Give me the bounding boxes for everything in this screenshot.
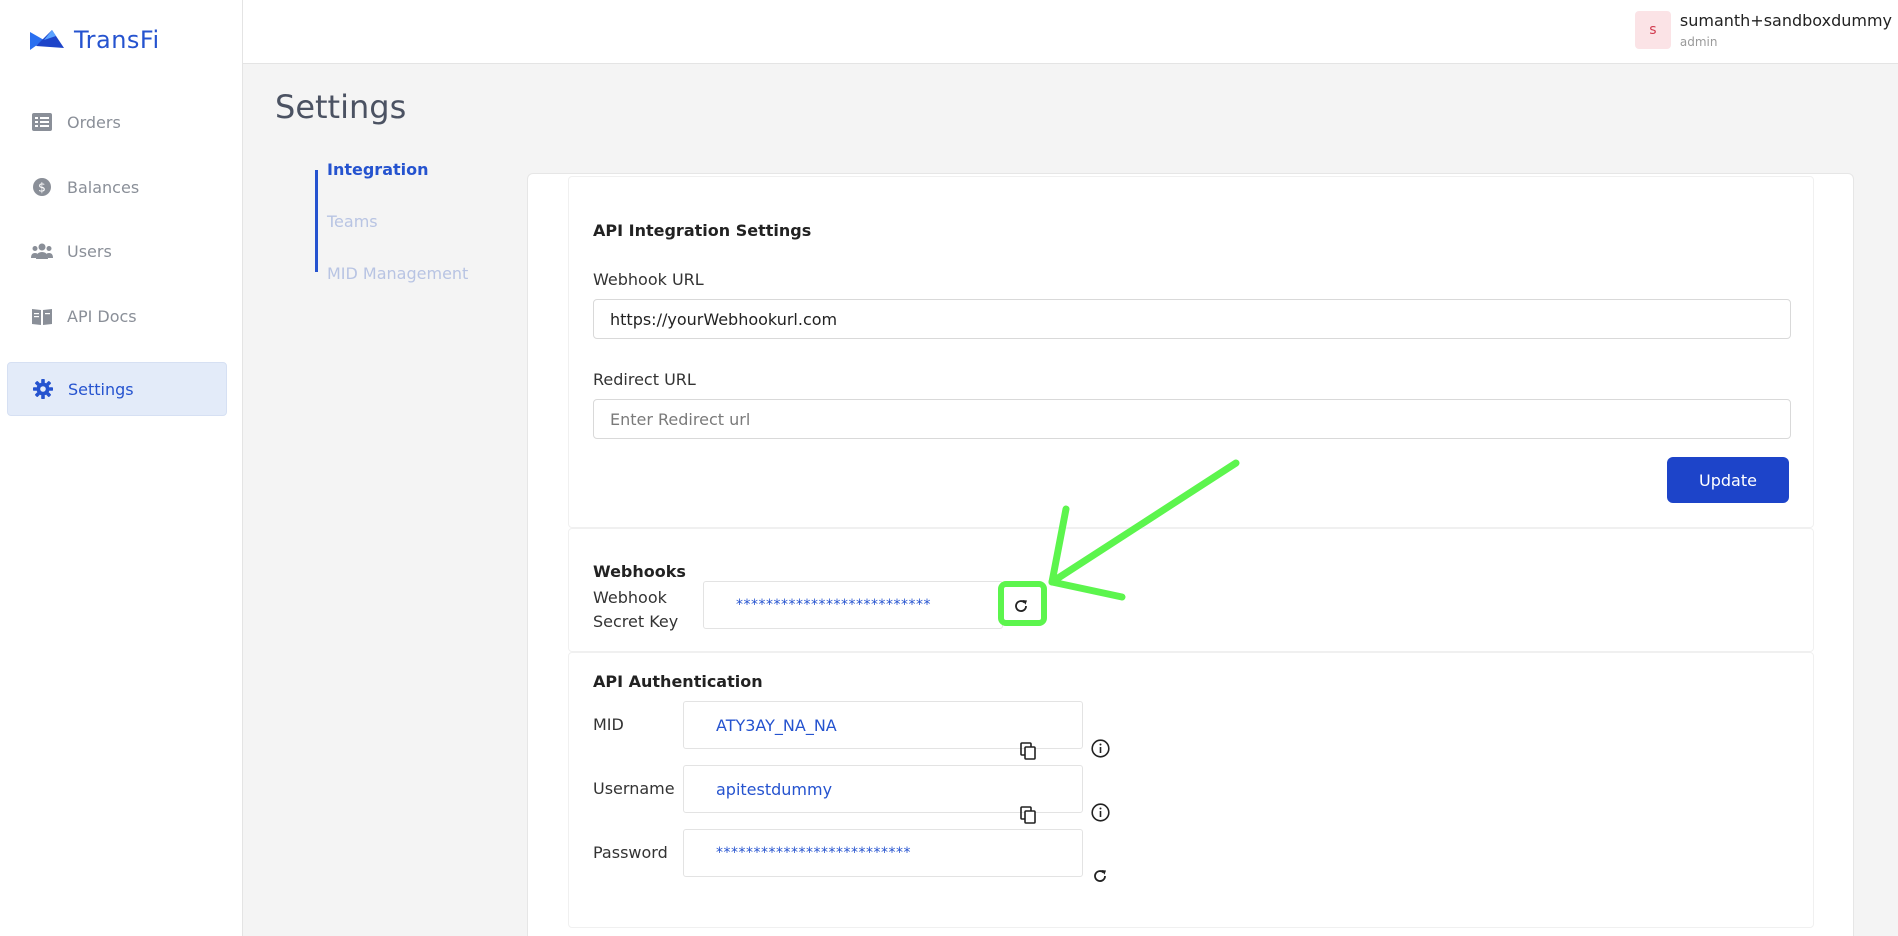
- username-info-button[interactable]: [1088, 800, 1112, 824]
- subnav-tab-teams[interactable]: Teams: [327, 212, 378, 231]
- sidebar-item-users[interactable]: Users: [7, 224, 227, 278]
- sidebar-item-settings[interactable]: Settings: [7, 362, 227, 416]
- webhooks-section: Webhooks Webhook Secret Key ************…: [568, 528, 1814, 652]
- api-authentication-section: API Authentication MID ATY3AY_NA_NA User…: [568, 652, 1814, 928]
- brand-logo[interactable]: TransFi: [30, 26, 160, 54]
- user-name: sumanth+sandboxdummy: [1679, 11, 1892, 30]
- settings-card: API Integration Settings Webhook URL Red…: [527, 173, 1854, 936]
- username-label: Username: [593, 779, 675, 798]
- copy-icon: [1020, 742, 1036, 760]
- password-label: Password: [593, 843, 668, 862]
- username-value: apitestdummy: [716, 779, 833, 799]
- mid-label: MID: [593, 715, 624, 734]
- sidebar-item-balances[interactable]: $ Balances: [7, 160, 227, 214]
- section-title: API Authentication: [593, 672, 763, 691]
- mid-info-button[interactable]: [1088, 736, 1112, 760]
- regenerate-password-button[interactable]: [1088, 864, 1112, 888]
- webhook-secret-key-value: **************************: [736, 597, 931, 613]
- copy-username-button[interactable]: [1016, 803, 1040, 827]
- refresh-icon: [1094, 870, 1106, 882]
- info-icon: [1090, 802, 1110, 822]
- mid-value: ATY3AY_NA_NA: [716, 715, 837, 735]
- list-icon: [31, 111, 53, 133]
- copy-mid-button[interactable]: [1016, 739, 1040, 763]
- subnav-tab-mid-management[interactable]: MID Management: [327, 264, 468, 283]
- sidebar-item-orders[interactable]: Orders: [7, 95, 227, 149]
- webhook-url-label: Webhook URL: [593, 270, 704, 289]
- password-field: **************************: [683, 829, 1083, 877]
- gear-icon: [32, 378, 54, 400]
- dollar-coin-icon: $: [31, 176, 53, 198]
- webhook-secret-key-field: **************************: [703, 581, 1003, 629]
- redirect-url-input[interactable]: [593, 399, 1791, 439]
- page-title: Settings: [275, 88, 407, 126]
- section-title: Webhooks: [593, 562, 686, 581]
- book-icon: [31, 305, 53, 327]
- transfi-logo-icon: [30, 30, 64, 50]
- redirect-url-label: Redirect URL: [593, 370, 696, 389]
- sidebar: TransFi Orders $ Balances Users API Docs…: [0, 0, 243, 936]
- label-line: Webhook: [593, 588, 667, 607]
- user-role: admin: [1679, 35, 1718, 49]
- users-icon: [31, 240, 53, 262]
- sidebar-item-label: Orders: [67, 112, 121, 132]
- copy-icon: [1020, 806, 1036, 824]
- api-integration-section: API Integration Settings Webhook URL Red…: [568, 176, 1814, 528]
- password-value: **************************: [716, 845, 911, 861]
- webhook-secret-key-label: Webhook Secret Key: [593, 586, 678, 634]
- annotation-highlight-box: [998, 581, 1047, 626]
- top-header: s sumanth+sandboxdummy admin: [243, 0, 1898, 64]
- svg-text:$: $: [38, 181, 46, 195]
- sidebar-item-label: Balances: [67, 177, 140, 197]
- sidebar-item-label: Settings: [68, 379, 134, 399]
- settings-subnav: Integration Teams MID Management: [315, 160, 475, 283]
- sidebar-item-label: API Docs: [67, 306, 137, 326]
- webhook-url-input[interactable]: [593, 299, 1791, 339]
- update-button[interactable]: Update: [1667, 457, 1789, 503]
- user-menu[interactable]: s sumanth+sandboxdummy admin: [1634, 11, 1892, 50]
- label-line: Secret Key: [593, 612, 679, 631]
- info-icon: [1090, 738, 1110, 758]
- subnav-tab-integration[interactable]: Integration: [327, 160, 429, 179]
- brand-name: TransFi: [74, 26, 160, 54]
- section-title: API Integration Settings: [593, 221, 812, 240]
- sidebar-item-label: Users: [67, 241, 112, 261]
- sidebar-item-api-docs[interactable]: API Docs: [7, 289, 227, 343]
- avatar[interactable]: s: [1634, 11, 1671, 49]
